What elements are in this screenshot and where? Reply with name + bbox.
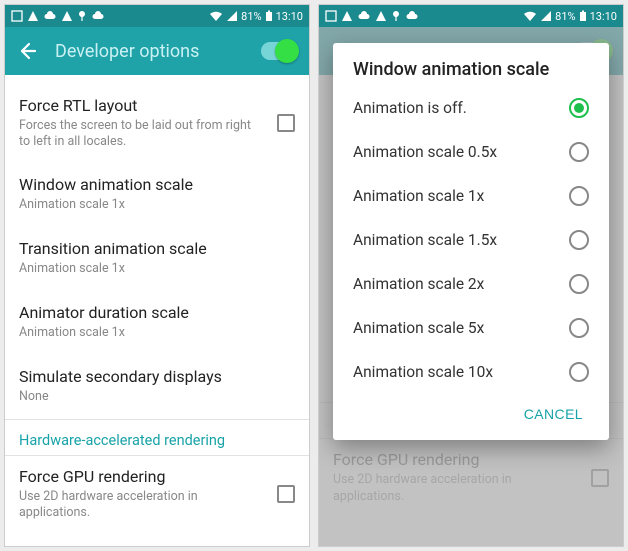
location-icon <box>77 10 87 22</box>
setting-window-animation[interactable]: Window animation scale Animation scale 1… <box>5 162 309 226</box>
wifi-icon <box>523 10 537 22</box>
setting-sub: Use 2D hardware acceleration in applicat… <box>19 489 265 522</box>
setting-title: Force RTL layout <box>19 96 265 116</box>
setting-sub: None <box>19 389 295 405</box>
setting-title: Force GPU rendering <box>19 467 265 487</box>
radio-option[interactable]: Animation scale 10x <box>333 350 609 394</box>
setting-simulate-displays[interactable]: Simulate secondary displays None <box>5 354 309 418</box>
setting-title: Transition animation scale <box>19 239 295 259</box>
screenshot-right: 81% 13:10 Developer options Fo le WA TrA… <box>318 4 624 547</box>
setting-force-gpu: Force GPU rendering Use 2D hardware acce… <box>319 439 623 516</box>
warning-icon <box>27 10 39 22</box>
option-label: Animation scale 10x <box>353 363 569 381</box>
setting-title: Simulate secondary displays <box>19 367 295 387</box>
radio-option[interactable]: Animation scale 0.5x <box>333 130 609 174</box>
signal-icon <box>226 10 238 22</box>
section-hw-rendering: Hardware-accelerated rendering <box>5 420 309 455</box>
status-left <box>11 10 105 22</box>
page-title: Developer options <box>55 41 261 62</box>
radio-icon[interactable] <box>569 186 589 206</box>
screenshot-icon <box>325 10 337 22</box>
setting-animator-duration[interactable]: Animator duration scale Animation scale … <box>5 290 309 354</box>
warning-icon <box>375 10 387 22</box>
cloud-icon <box>91 10 105 22</box>
status-left <box>325 10 419 22</box>
setting-title: Animator duration scale <box>19 303 295 323</box>
cancel-button[interactable]: CANCEL <box>516 400 591 428</box>
warning-icon <box>341 10 353 22</box>
checkbox[interactable] <box>277 485 295 503</box>
actionbar: Developer options <box>5 27 309 75</box>
radio-icon[interactable] <box>569 142 589 162</box>
master-toggle[interactable] <box>261 42 297 60</box>
dialog-title: Window animation scale <box>333 59 609 86</box>
option-label: Animation scale 1.5x <box>353 231 569 249</box>
checkbox[interactable] <box>277 114 295 132</box>
radio-icon[interactable] <box>569 362 589 382</box>
radio-option[interactable]: Animation scale 2x <box>333 262 609 306</box>
setting-title: Window animation scale <box>19 175 295 195</box>
setting-title: Force GPU rendering <box>333 450 579 470</box>
radio-option[interactable]: Animation scale 5x <box>333 306 609 350</box>
setting-sub: Animation scale 1x <box>19 197 295 213</box>
status-right: 81% 13:10 <box>209 10 303 23</box>
status-right: 81% 13:10 <box>523 10 617 23</box>
setting-sub: Forces the screen to be laid out from ri… <box>19 118 265 151</box>
signal-icon <box>540 10 552 22</box>
dialog-window-animation-scale: Window animation scale Animation is off.… <box>333 43 609 440</box>
clock-text: 13:10 <box>590 10 617 23</box>
warning-icon <box>61 10 73 22</box>
statusbar: 81% 13:10 <box>5 5 309 27</box>
location-icon <box>391 10 401 22</box>
battery-text: 81% <box>555 10 575 23</box>
option-label: Animation scale 0.5x <box>353 143 569 161</box>
radio-icon[interactable] <box>569 230 589 250</box>
radio-icon[interactable] <box>569 274 589 294</box>
setting-transition-animation[interactable]: Transition animation scale Animation sca… <box>5 226 309 290</box>
screenshot-left: 81% 13:10 Developer options Force RTL la… <box>4 4 310 547</box>
radio-option[interactable]: Animation scale 1x <box>333 174 609 218</box>
cloud-icon <box>405 10 419 22</box>
cloud-icon <box>43 10 57 22</box>
setting-sub: Use 2D hardware acceleration in applicat… <box>333 472 579 505</box>
radio-option[interactable]: Animation scale 1.5x <box>333 218 609 262</box>
option-label: Animation is off. <box>353 99 569 117</box>
battery-text: 81% <box>241 10 261 23</box>
radio-option[interactable]: Animation is off. <box>333 86 609 130</box>
option-label: Animation scale 2x <box>353 275 569 293</box>
radio-icon[interactable] <box>569 98 589 118</box>
setting-force-rtl[interactable]: Force RTL layout Forces the screen to be… <box>5 85 309 162</box>
battery-icon <box>265 10 273 22</box>
option-label: Animation scale 1x <box>353 187 569 205</box>
statusbar: 81% 13:10 <box>319 5 623 27</box>
cloud-icon <box>357 10 371 22</box>
settings-list: Force RTL layout Forces the screen to be… <box>5 75 309 532</box>
back-button[interactable] <box>17 41 37 61</box>
screenshot-icon <box>11 10 23 22</box>
option-label: Animation scale 5x <box>353 319 569 337</box>
radio-icon[interactable] <box>569 318 589 338</box>
clipped-item-sub <box>5 75 309 85</box>
clock-text: 13:10 <box>276 10 303 23</box>
wifi-icon <box>209 10 223 22</box>
setting-sub: Animation scale 1x <box>19 261 295 277</box>
checkbox <box>591 469 609 487</box>
dialog-actions: CANCEL <box>333 394 609 432</box>
setting-force-gpu[interactable]: Force GPU rendering Use 2D hardware acce… <box>5 456 309 533</box>
setting-sub: Animation scale 1x <box>19 325 295 341</box>
battery-icon <box>579 10 587 22</box>
